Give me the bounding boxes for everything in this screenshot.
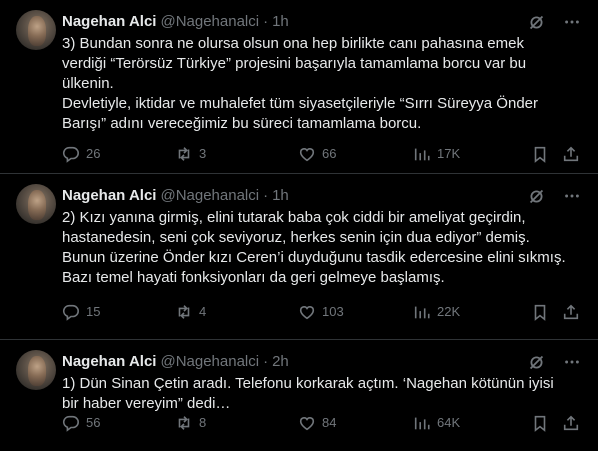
avatar[interactable]: [16, 184, 56, 224]
tweet-header: Nagehan Alci @Nagehanalci · 1h: [62, 12, 582, 32]
grok-icon[interactable]: [526, 352, 546, 372]
reply-count: 15: [86, 304, 101, 319]
reply-count: 56: [86, 415, 101, 430]
retweet-button[interactable]: 3: [175, 144, 206, 164]
like-button[interactable]: 103: [298, 302, 344, 322]
more-dots-icon[interactable]: [562, 186, 582, 206]
like-count: 103: [322, 304, 344, 319]
retweet-count: 4: [199, 304, 207, 319]
like-count: 84: [322, 415, 337, 430]
like-button[interactable]: 84: [298, 413, 336, 433]
like-button[interactable]: 66: [298, 144, 336, 164]
share-icon: [562, 145, 580, 163]
tweet-text-line: hastanedesin, seni çok seviyoruz, herkes…: [62, 229, 530, 246]
retweet-icon: [175, 145, 193, 163]
share-icon: [562, 414, 580, 432]
retweet-button[interactable]: 8: [175, 413, 206, 433]
tweet-time[interactable]: 1h: [272, 186, 289, 206]
author-handle[interactable]: @Nagehanalci: [160, 186, 259, 206]
tweet-header: Nagehan Alci @Nagehanalci · 1h: [62, 186, 582, 206]
tweet-text: 2) Kızı yanına girmiş, elini tutarak bab…: [62, 208, 582, 288]
more-dots-icon[interactable]: [562, 352, 582, 372]
tweet-actions: 26 3 66 17K: [62, 144, 582, 164]
retweet-icon: [175, 414, 193, 432]
bar-chart-icon: [413, 303, 431, 321]
tweet-text-line: verdiği “Terörsüz Türkiye” projesini baş…: [62, 55, 527, 72]
author-name[interactable]: Nagehan Alci: [62, 186, 156, 206]
share-icon: [562, 303, 580, 321]
tweet-text-line: bir haber vereyim” dedi…: [62, 395, 231, 412]
tweet[interactable]: Nagehan Alci @Nagehanalci · 2h 1) Dün Si…: [0, 340, 598, 451]
heart-icon: [298, 303, 316, 321]
views-button[interactable]: 64K: [413, 413, 460, 433]
bookmark-icon: [531, 145, 549, 163]
separator-dot: ·: [263, 187, 269, 204]
tweet-text-line: 2) Kızı yanına girmiş, elini tutarak bab…: [62, 209, 526, 226]
views-button[interactable]: 17K: [413, 144, 460, 164]
tweet-time[interactable]: 2h: [272, 352, 289, 372]
grok-icon[interactable]: [526, 186, 546, 206]
bookmark-icon: [531, 303, 549, 321]
heart-icon: [298, 414, 316, 432]
tweet-text-line: Bunun üzerine Önder kızı Ceren’i duyduğu…: [62, 249, 566, 266]
reply-button[interactable]: 15: [62, 302, 100, 322]
reply-button[interactable]: 56: [62, 413, 100, 433]
heart-icon: [298, 145, 316, 163]
share-button[interactable]: [562, 144, 580, 164]
retweet-button[interactable]: 4: [175, 302, 206, 322]
bookmark-button[interactable]: [531, 302, 549, 322]
tweet-time[interactable]: 1h: [272, 12, 289, 32]
bar-chart-icon: [413, 145, 431, 163]
views-button[interactable]: 22K: [413, 302, 460, 322]
retweet-count: 3: [199, 146, 207, 161]
tweet-text-line: 3) Bundan sonra ne olursa olsun ona hep …: [62, 35, 524, 52]
like-count: 66: [322, 146, 337, 161]
more-dots-icon[interactable]: [562, 12, 582, 32]
tweet-text-line: Devletiyle, iktidar ve muhalefet tüm siy…: [62, 95, 539, 112]
share-button[interactable]: [562, 413, 580, 433]
bar-chart-icon: [413, 414, 431, 432]
views-count: 22K: [437, 304, 461, 319]
tweet-header: Nagehan Alci @Nagehanalci · 2h: [62, 352, 582, 372]
speech-bubble-icon: [62, 414, 80, 432]
author-name[interactable]: Nagehan Alci: [62, 12, 156, 32]
bookmark-button[interactable]: [531, 413, 549, 433]
tweet[interactable]: Nagehan Alci @Nagehanalci · 1h 3) Bundan…: [0, 0, 598, 174]
separator-dot: ·: [263, 13, 269, 30]
tweet-text-line: Bazı temel hayati fonksiyonları da geri …: [62, 269, 445, 286]
author-handle[interactable]: @Nagehanalci: [160, 12, 259, 32]
views-count: 64K: [437, 415, 461, 430]
author-name[interactable]: Nagehan Alci: [62, 352, 156, 372]
avatar[interactable]: [16, 350, 56, 390]
tweet-text: 1) Dün Sinan Çetin aradı. Telefonu korka…: [62, 374, 582, 414]
avatar[interactable]: [16, 10, 56, 50]
tweet[interactable]: Nagehan Alci @Nagehanalci · 1h 2) Kızı y…: [0, 174, 598, 340]
bookmark-button[interactable]: [531, 144, 549, 164]
bookmark-icon: [531, 414, 549, 432]
reply-button[interactable]: 26: [62, 144, 100, 164]
views-count: 17K: [437, 146, 461, 161]
tweet-actions: 15 4 103 22K: [62, 302, 582, 322]
grok-icon[interactable]: [526, 12, 546, 32]
retweet-count: 8: [199, 415, 207, 430]
author-handle[interactable]: @Nagehanalci: [160, 352, 259, 372]
tweet-text-line: ülkenin.: [62, 75, 114, 92]
tweet-text-line: Barışı” adını vereceğimiz bu süreci tama…: [62, 115, 422, 132]
tweet-text-line: 1) Dün Sinan Çetin aradı. Telefonu korka…: [62, 375, 554, 392]
separator-dot: ·: [263, 353, 269, 370]
share-button[interactable]: [562, 302, 580, 322]
reply-count: 26: [86, 146, 101, 161]
speech-bubble-icon: [62, 145, 80, 163]
tweet-actions: 56 8 84 64K: [62, 413, 582, 433]
tweet-text: 3) Bundan sonra ne olursa olsun ona hep …: [62, 34, 582, 134]
retweet-icon: [175, 303, 193, 321]
speech-bubble-icon: [62, 303, 80, 321]
